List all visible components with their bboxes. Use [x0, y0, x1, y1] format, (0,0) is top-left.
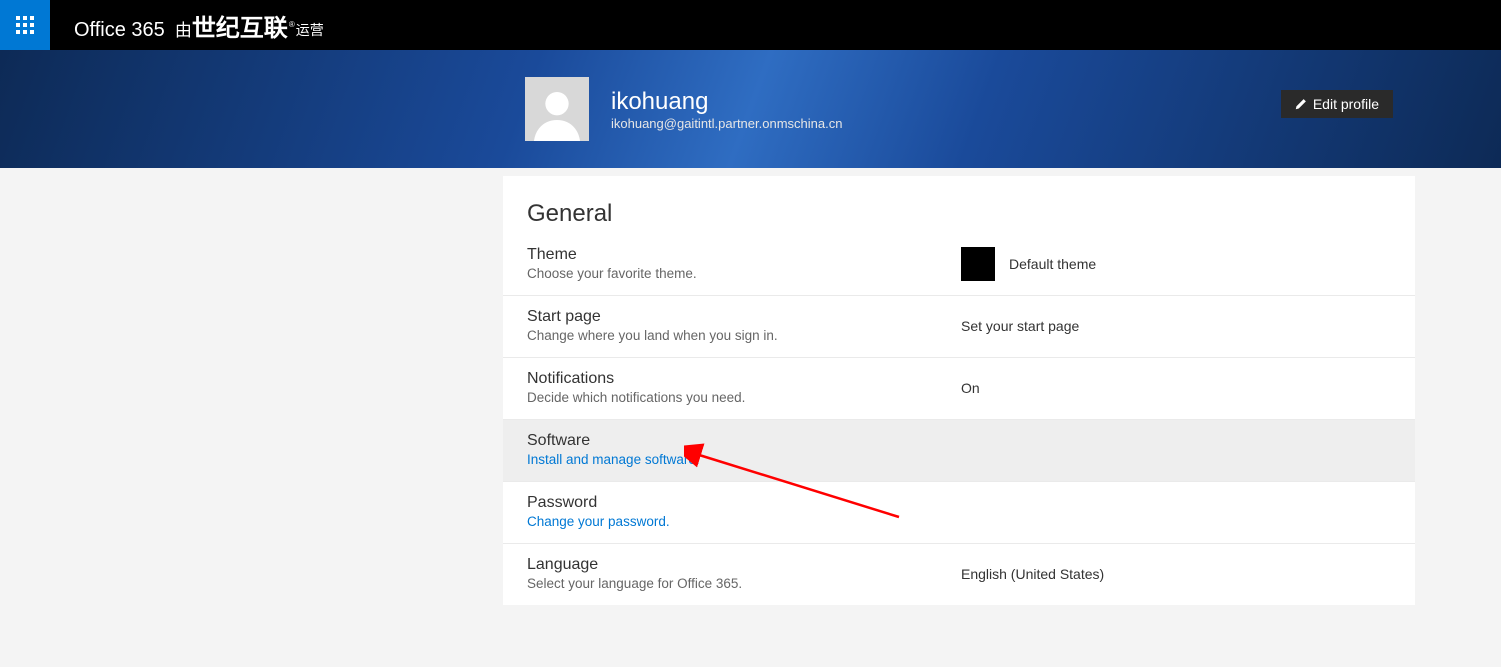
section-title: General: [503, 176, 1415, 234]
row-value: Default theme: [1009, 256, 1096, 272]
app-launcher-button[interactable]: [0, 0, 50, 50]
row-title: Language: [527, 556, 961, 574]
row-title: Password: [527, 494, 961, 512]
password-link[interactable]: Change your password.: [527, 514, 961, 529]
theme-swatch: [961, 247, 995, 281]
row-desc: Change where you land when you sign in.: [527, 328, 961, 343]
brand-title: Office 365: [74, 19, 165, 42]
brand-block: Office 365 由 世纪互联 运营: [74, 8, 324, 43]
person-icon: [529, 85, 585, 141]
user-email: ikohuang@gaitintl.partner.onmschina.cn: [611, 116, 842, 131]
row-start-page[interactable]: Start page Change where you land when yo…: [503, 296, 1415, 358]
row-password[interactable]: Password Change your password.: [503, 482, 1415, 544]
row-title: Start page: [527, 308, 961, 326]
row-title: Notifications: [527, 370, 961, 388]
edit-profile-label: Edit profile: [1313, 96, 1379, 112]
user-display-name: ikohuang: [611, 88, 842, 116]
row-notifications[interactable]: Notifications Decide which notifications…: [503, 358, 1415, 420]
row-language[interactable]: Language Select your language for Office…: [503, 544, 1415, 605]
profile-banner: ikohuang ikohuang@gaitintl.partner.onmsc…: [0, 50, 1501, 168]
software-link[interactable]: Install and manage software.: [527, 452, 961, 467]
pencil-icon: [1295, 98, 1307, 110]
row-theme[interactable]: Theme Choose your favorite theme. Defaul…: [503, 234, 1415, 296]
edit-profile-button[interactable]: Edit profile: [1281, 90, 1393, 118]
row-software[interactable]: Software Install and manage software.: [503, 420, 1415, 482]
row-desc: Choose your favorite theme.: [527, 266, 961, 281]
settings-card: General Theme Choose your favorite theme…: [503, 176, 1415, 605]
row-desc: Decide which notifications you need.: [527, 390, 961, 405]
user-block: ikohuang ikohuang@gaitintl.partner.onmsc…: [611, 88, 842, 131]
row-desc: Select your language for Office 365.: [527, 576, 961, 591]
waffle-icon: [16, 16, 34, 34]
row-title: Theme: [527, 246, 961, 264]
topbar: Office 365 由 世纪互联 运营: [0, 0, 1501, 50]
row-value: Set your start page: [961, 318, 1079, 334]
row-value: English (United States): [961, 566, 1104, 582]
brand-operator: 由 世纪互联 运营: [175, 8, 324, 43]
avatar: [525, 77, 589, 141]
row-title: Software: [527, 432, 961, 450]
row-value: On: [961, 380, 980, 396]
